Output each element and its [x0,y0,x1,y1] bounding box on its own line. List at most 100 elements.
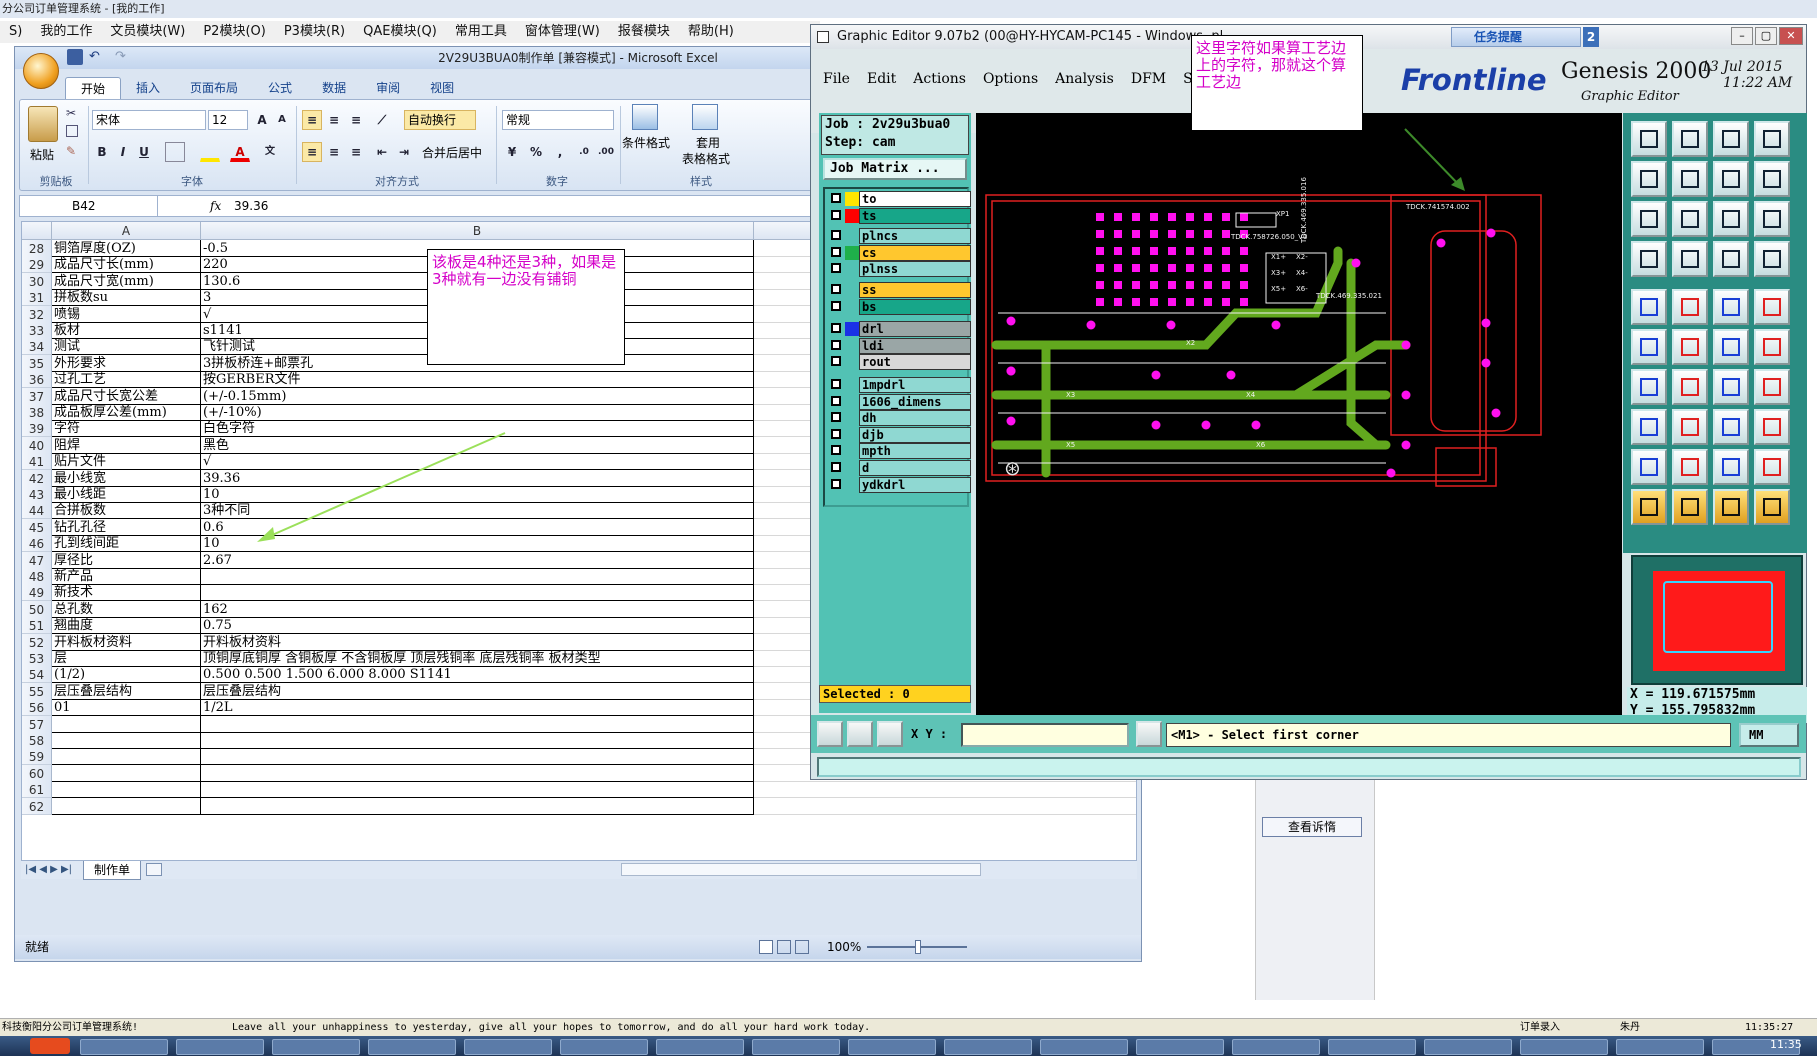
minimize-icon[interactable]: – [1731,27,1753,45]
increase-decimal-icon[interactable]: .0 [574,142,594,162]
row-header[interactable]: 38 [22,404,52,421]
xy-input[interactable] [961,723,1129,747]
row-header[interactable]: 28 [22,240,52,257]
cell-a[interactable]: 层 [52,650,201,667]
decrease-decimal-icon[interactable]: .00 [596,142,616,162]
host-menu-item[interactable]: P3模块(R) [275,21,354,43]
format-painter-icon[interactable]: ✎ [66,144,76,158]
fx-icon[interactable]: fx [210,196,221,216]
tool-button-icon[interactable] [1713,489,1749,525]
row-header[interactable]: 35 [22,354,52,372]
layer-checkbox[interactable] [831,395,841,406]
taskbar-button[interactable] [176,1039,264,1055]
cell-a[interactable]: 最小线宽 [52,469,201,487]
host-menu-item[interactable]: 文员模块(W) [101,21,194,43]
tool-button-icon[interactable] [1713,241,1749,277]
layer-name[interactable]: plncs [859,228,971,245]
table-format-label[interactable]: 套用 [696,134,720,151]
page-layout-icon[interactable] [777,940,791,954]
layer-checkbox[interactable] [831,379,841,389]
genesis-menu-item[interactable]: DFM [1131,71,1166,87]
snap-tool-icon[interactable] [817,721,843,747]
tool-button-icon[interactable] [1672,449,1708,485]
row-header[interactable]: 60 [22,764,52,782]
row-header[interactable]: 56 [22,699,52,717]
select-all-corner[interactable] [22,222,52,240]
layer-name[interactable]: ss [859,282,971,298]
row-header[interactable]: 42 [22,469,52,487]
host-menu-item[interactable]: 我的工作 [31,21,101,43]
tool-button-icon[interactable] [1713,201,1749,237]
cell-a[interactable]: 成品板厚公差(mm) [52,404,201,421]
layer-name[interactable]: drl [859,321,971,338]
cell-a[interactable]: 板材 [52,322,201,339]
tool-button-icon[interactable] [1754,409,1790,445]
layer-row[interactable]: to [827,191,971,207]
row-header[interactable]: 57 [22,715,52,733]
tool-button-icon[interactable] [1713,121,1749,157]
layer-checkbox[interactable] [831,462,841,472]
taskbar-button[interactable] [368,1039,456,1055]
layer-row[interactable]: drl [827,321,971,338]
layer-checkbox[interactable] [831,356,841,367]
border-icon[interactable] [165,142,185,162]
maximize-icon[interactable]: ▢ [1755,27,1777,45]
comma-icon[interactable]: , [550,142,570,162]
info-icon[interactable] [1136,721,1162,747]
tool-button-icon[interactable] [1754,121,1790,157]
page-break-icon[interactable] [795,940,809,954]
office-button[interactable] [23,53,59,89]
layer-row[interactable]: mpth [827,443,971,460]
currency-icon[interactable]: ¥ [502,142,522,162]
layer-checkbox[interactable] [831,445,841,456]
cell-b[interactable] [201,797,754,815]
layer-name[interactable]: ldi [859,337,971,354]
row-header[interactable]: 52 [22,633,52,651]
orientation-icon[interactable]: ⟋ [372,110,392,130]
number-format-select[interactable]: 常规 [502,110,614,130]
row-header[interactable]: 44 [22,502,52,520]
genesis-menu-item[interactable]: Analysis [1055,71,1114,87]
layer-row[interactable]: rout [827,354,971,371]
genesis-menu-item[interactable]: Options [983,71,1038,87]
taskbar-button[interactable] [560,1039,648,1055]
paste-icon[interactable] [28,106,58,142]
redo-icon[interactable]: ↷ [115,49,126,64]
layer-checkbox[interactable] [831,412,841,423]
tool-button-icon[interactable] [1754,241,1790,277]
layer-row[interactable]: cs [827,244,971,261]
conditional-format-icon[interactable] [632,104,658,130]
tool-button-icon[interactable] [1672,289,1708,325]
layer-row[interactable]: djb [827,426,971,443]
row-header[interactable]: 47 [22,551,52,569]
close-icon[interactable]: ✕ [1779,27,1803,45]
align-right-icon[interactable]: ≡ [346,142,366,162]
genesis-menu-item[interactable]: File [823,71,850,87]
tool-button-icon[interactable] [1754,449,1790,485]
row-header[interactable]: 29 [22,256,52,274]
merge-center-button[interactable]: 合并后居中 [422,144,482,161]
layer-name[interactable]: dh [859,410,971,427]
ribbon-tab[interactable]: 数据 [307,77,361,99]
ribbon-tab[interactable]: 审阅 [361,77,415,99]
cell-a[interactable]: (1/2) [52,666,201,684]
cell-a[interactable]: 合拼板数 [52,502,201,520]
row-header[interactable]: 51 [22,617,52,635]
cell-a[interactable]: 钻孔孔径 [52,518,201,536]
tool-button-icon[interactable] [1713,161,1749,197]
cell-b[interactable]: 2.67 [201,551,754,569]
insert-sheet-icon[interactable] [146,863,162,876]
cell-b[interactable] [201,715,754,733]
tool-button-icon[interactable] [1631,241,1667,277]
cell-b[interactable]: (+/-0.15mm) [201,387,754,405]
layer-row[interactable]: ldi [827,337,971,354]
ribbon-tab[interactable]: 视图 [415,77,469,99]
job-matrix-button[interactable]: Job Matrix ... [823,158,967,180]
horizontal-scrollbar[interactable] [621,863,981,876]
shrink-font-icon[interactable]: A [272,110,292,130]
ribbon-tab[interactable]: 页面布局 [175,77,253,99]
layer-row[interactable]: dh [827,410,971,427]
indent-decrease-icon[interactable]: ⇤ [372,142,392,162]
taskbar-button[interactable] [272,1039,360,1055]
cell-a[interactable] [52,748,201,766]
